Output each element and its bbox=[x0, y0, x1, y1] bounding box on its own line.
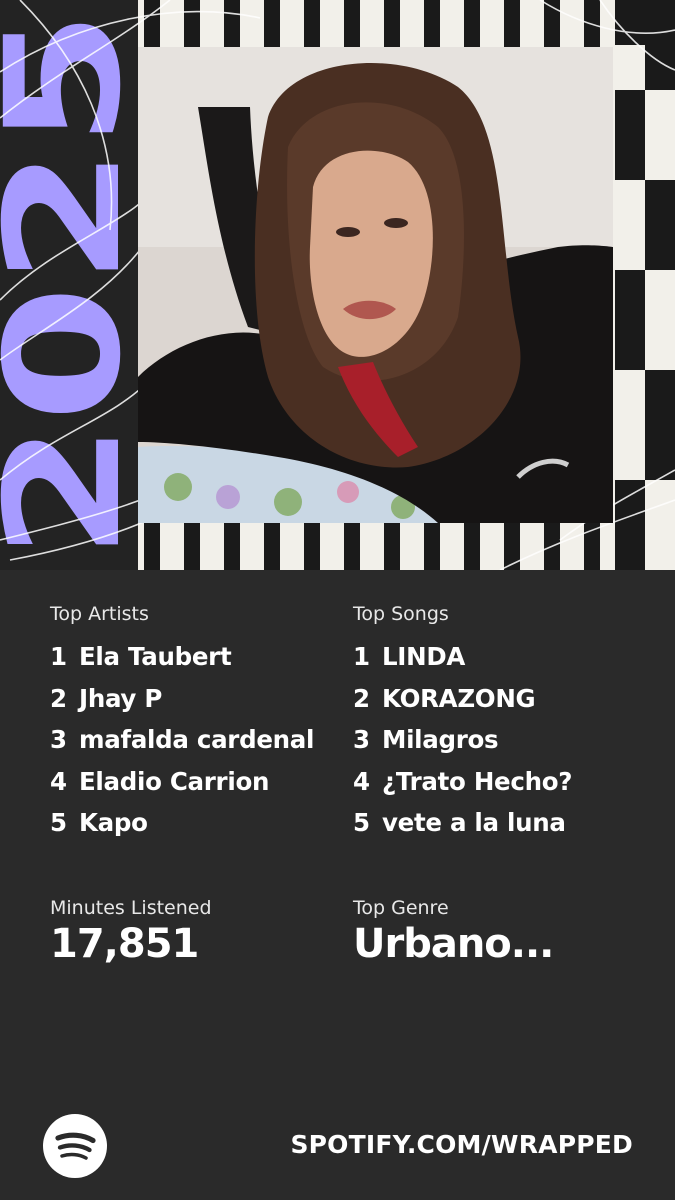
artist-photo-image bbox=[138, 47, 613, 523]
rank-number: 5 bbox=[353, 808, 370, 837]
minutes-listened-value: 17,851 bbox=[50, 921, 199, 967]
list-item: 4 Eladio Carrion bbox=[50, 767, 314, 809]
rank-number: 2 bbox=[50, 683, 67, 713]
artist-name: Ela Taubert bbox=[79, 642, 232, 671]
top-songs-section: Top Songs 1 LINDA 2 KORAZONG 3 Milagros … bbox=[353, 602, 572, 850]
rank-number: 1 bbox=[50, 642, 67, 671]
top-songs-label: Top Songs bbox=[353, 603, 449, 625]
rank-number: 4 bbox=[50, 766, 67, 796]
rank-number: 5 bbox=[50, 808, 67, 837]
top-genre-section: Top Genre Urbano... bbox=[353, 896, 554, 968]
artist-name: Jhay P bbox=[79, 683, 162, 713]
top-genre-value: Urbano... bbox=[353, 921, 554, 967]
artist-name: Eladio Carrion bbox=[79, 766, 270, 796]
top-artists-section: Top Artists 1 Ela Taubert 2 Jhay P 3 maf… bbox=[50, 602, 314, 850]
list-item: 3 mafalda cardenal bbox=[50, 725, 314, 767]
artist-photo bbox=[138, 47, 613, 523]
svg-text:2025: 2025 bbox=[0, 10, 156, 560]
artist-name: Kapo bbox=[79, 808, 148, 837]
artist-name: mafalda cardenal bbox=[79, 725, 315, 754]
spotify-logo-icon[interactable] bbox=[43, 1114, 107, 1178]
list-item: 2 Jhay P bbox=[50, 684, 314, 726]
year-graphic: 2025 bbox=[0, 10, 156, 560]
minutes-listened-section: Minutes Listened 17,851 bbox=[50, 896, 212, 968]
list-item: 5 Kapo bbox=[50, 808, 314, 850]
rank-number: 3 bbox=[353, 725, 370, 754]
list-item: 1 LINDA bbox=[353, 642, 572, 684]
rank-number: 1 bbox=[353, 642, 370, 671]
wrapped-url-link[interactable]: SPOTIFY.COM/WRAPPED bbox=[290, 1128, 633, 1162]
song-name: ¿Trato Hecho? bbox=[382, 766, 573, 796]
song-name: vete a la luna bbox=[382, 808, 566, 837]
top-genre-label: Top Genre bbox=[353, 897, 449, 919]
checker-blocks bbox=[615, 0, 675, 570]
minutes-listened-label: Minutes Listened bbox=[50, 897, 212, 919]
list-item: 5 vete a la luna bbox=[353, 808, 572, 850]
top-artists-label: Top Artists bbox=[50, 603, 149, 625]
rank-number: 3 bbox=[50, 725, 67, 754]
song-name: LINDA bbox=[382, 642, 466, 671]
wrapped-stats: Top Artists 1 Ela Taubert 2 Jhay P 3 maf… bbox=[0, 570, 675, 1200]
rank-number: 4 bbox=[353, 766, 370, 796]
list-item: 3 Milagros bbox=[353, 725, 572, 767]
rank-number: 2 bbox=[353, 683, 370, 713]
list-item: 1 Ela Taubert bbox=[50, 642, 314, 684]
list-item: 2 KORAZONG bbox=[353, 684, 572, 726]
song-name: KORAZONG bbox=[382, 683, 536, 713]
wrapped-hero: 2025 bbox=[0, 0, 675, 570]
song-name: Milagros bbox=[382, 725, 499, 754]
top-songs-list: 1 LINDA 2 KORAZONG 3 Milagros 4 ¿Trato H… bbox=[353, 642, 572, 850]
list-item: 4 ¿Trato Hecho? bbox=[353, 767, 572, 809]
spotify-logo-svg bbox=[43, 1114, 107, 1178]
top-artists-list: 1 Ela Taubert 2 Jhay P 3 mafalda cardena… bbox=[50, 642, 314, 850]
